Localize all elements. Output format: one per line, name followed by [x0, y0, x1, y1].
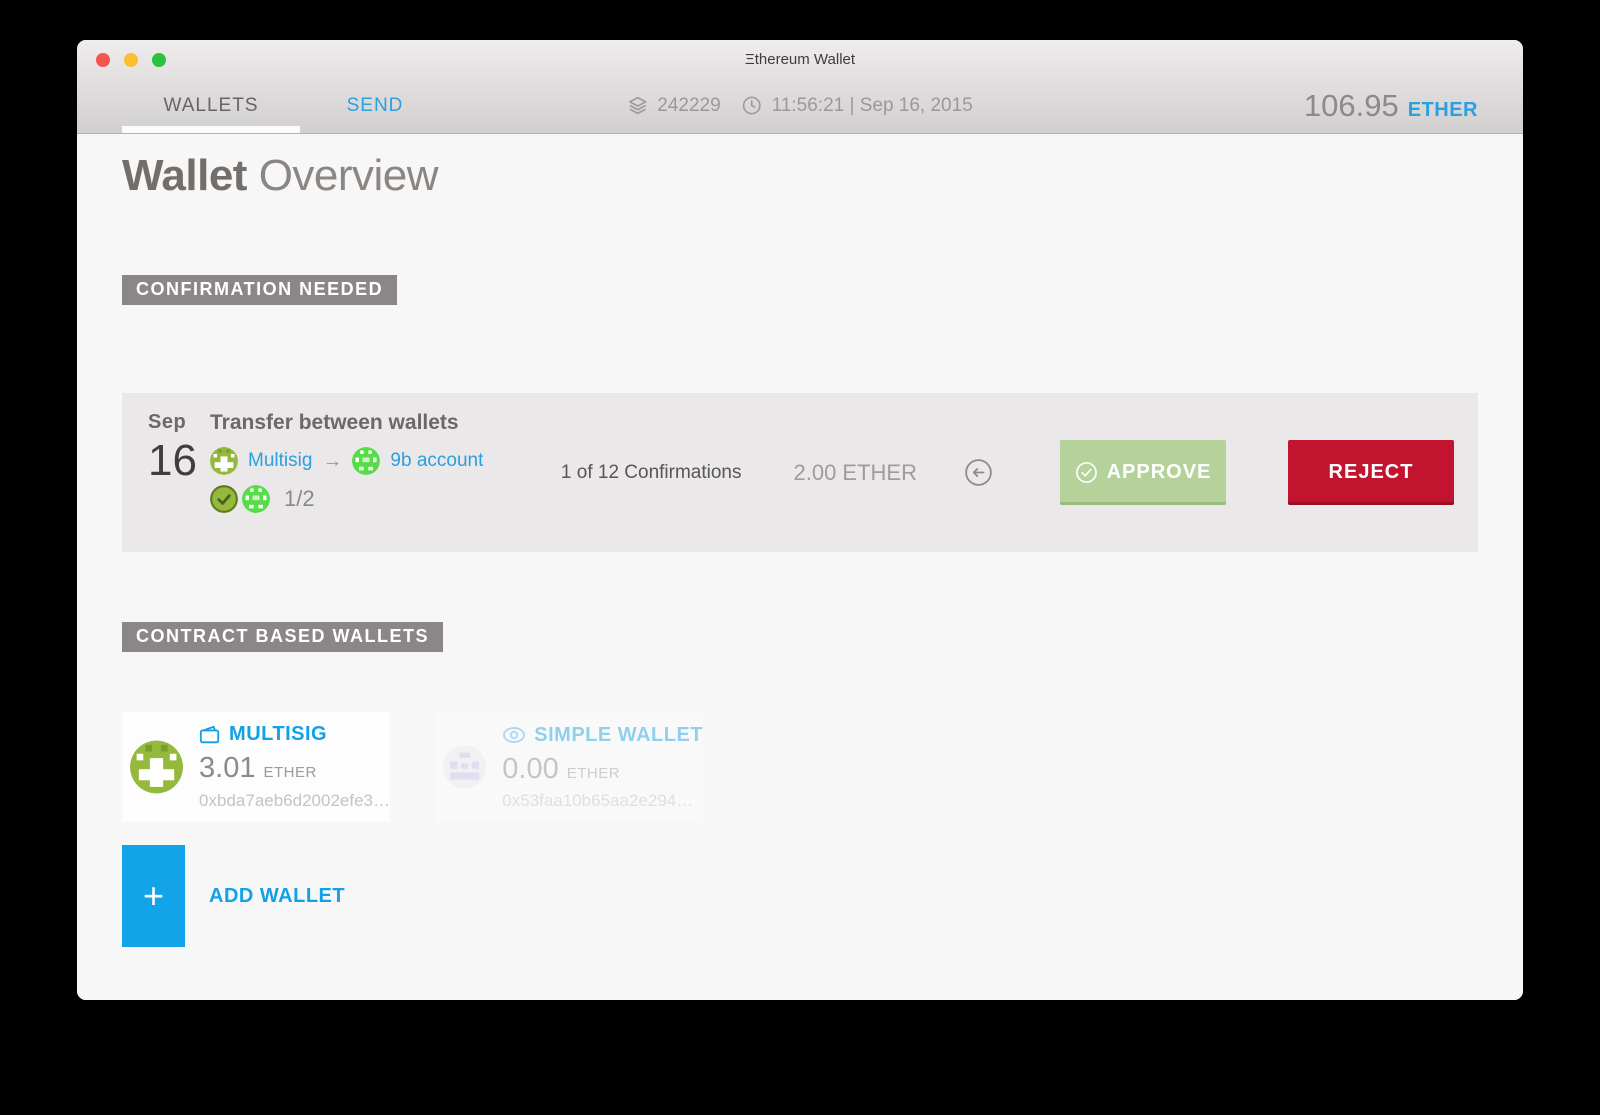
wallet-name: SIMPLE WALLET — [534, 724, 703, 747]
traffic-lights — [96, 53, 166, 67]
wallet-name: MULTISIG — [229, 723, 327, 746]
wallet-balance-unit: ETHER — [567, 765, 620, 782]
add-wallet-button[interactable]: + — [122, 845, 185, 947]
blocks-icon — [627, 95, 648, 116]
incoming-arrow-icon[interactable] — [965, 459, 992, 486]
wallet-card-multisig[interactable]: MULTISIG 3.01 ETHER 0xbda7aeb6d2002efe3… — [122, 712, 390, 822]
wallet-name-row: SIMPLE WALLET — [502, 723, 703, 747]
add-wallet-label[interactable]: ADD WALLET — [209, 885, 345, 908]
wallet-balance-amount: 0.00 — [502, 753, 558, 786]
active-tab-indicator — [122, 126, 300, 133]
wallet-card-simple[interactable]: SIMPLE WALLET 0.00 ETHER 0x53faa10b65aa2… — [435, 712, 703, 822]
contract-wallets-badge: CONTRACT BASED WALLETS — [122, 622, 443, 652]
wallet-balance: 3.01 ETHER — [199, 752, 390, 785]
app-window: Ξthereum Wallet WALLETS SEND 242229 11:5… — [77, 40, 1523, 1000]
wallet-address: 0xbda7aeb6d2002efe3… — [199, 791, 390, 811]
balance-amount: 106.95 — [1304, 88, 1399, 124]
wallet-balance: 0.00 ETHER — [502, 753, 703, 786]
wallet-cards: MULTISIG 3.01 ETHER 0xbda7aeb6d2002efe3…… — [122, 712, 1478, 822]
transfer-arrow: → — [322, 450, 342, 473]
page-title-light: Overview — [259, 151, 438, 200]
to-account-link[interactable]: 9b account — [390, 450, 483, 472]
minimize-window-button[interactable] — [124, 53, 138, 67]
approve-check-icon — [1075, 461, 1098, 484]
window-title: Ξthereum Wallet — [745, 51, 855, 68]
confirmation-needed-badge: CONFIRMATION NEEDED — [122, 275, 397, 305]
wallet-address: 0x53faa10b65aa2e294… — [502, 791, 703, 811]
close-window-button[interactable] — [96, 53, 110, 67]
total-balance: 106.95 ETHER — [1304, 88, 1478, 124]
reject-label: REJECT — [1329, 461, 1414, 484]
wallet-balance-unit: ETHER — [264, 764, 317, 781]
transaction-details: Transfer between wallets Multisig → 9b a… — [210, 393, 561, 513]
clock-icon — [742, 95, 763, 116]
transaction-month: Sep — [148, 411, 210, 434]
zoom-window-button[interactable] — [152, 53, 166, 67]
transaction-day: 16 — [148, 436, 210, 486]
eye-icon — [502, 723, 526, 747]
transaction-date: Sep 16 — [122, 393, 210, 486]
signature-status: 1/2 — [210, 485, 561, 513]
add-wallet-row: + ADD WALLET — [122, 845, 1478, 947]
confirmation-count: 1 of 12 Confirmations — [561, 462, 742, 484]
signature-count: 1/2 — [284, 486, 315, 512]
transaction-accounts: Multisig → 9b account — [210, 447, 561, 475]
transaction-amount: 2.00 ETHER — [794, 460, 918, 486]
window-chrome: Ξthereum Wallet WALLETS SEND 242229 11:5… — [77, 40, 1523, 134]
reject-button[interactable]: REJECT — [1288, 440, 1454, 505]
approve-label: APPROVE — [1107, 461, 1212, 484]
block-datetime: 11:56:21 | Sep 16, 2015 — [772, 95, 973, 117]
multisig-identicon — [210, 447, 238, 475]
block-number: 242229 — [657, 95, 720, 117]
wallet-info: MULTISIG 3.01 ETHER 0xbda7aeb6d2002efe3… — [199, 721, 390, 813]
simple-wallet-identicon — [443, 735, 486, 799]
pending-transaction-card: Sep 16 Transfer between wallets Multisig… — [122, 393, 1478, 552]
multisig-identicon — [130, 735, 183, 799]
wallet-icon — [199, 724, 221, 746]
tab-send[interactable]: SEND — [330, 95, 420, 117]
wallet-balance-amount: 3.01 — [199, 752, 255, 785]
navbar: WALLETS SEND 242229 11:56:21 | Sep 16, 2… — [77, 78, 1523, 133]
page-title: Wallet Overview — [122, 151, 1478, 201]
wallet-name-row: MULTISIG — [199, 723, 390, 746]
tab-wallets[interactable]: WALLETS — [122, 95, 300, 117]
transaction-title: Transfer between wallets — [210, 411, 561, 435]
pending-signer-identicon — [242, 485, 270, 513]
wallet-info: SIMPLE WALLET 0.00 ETHER 0x53faa10b65aa2… — [502, 721, 703, 813]
page-title-bold: Wallet — [122, 151, 247, 200]
balance-unit: ETHER — [1408, 99, 1478, 122]
main-content: Wallet Overview CONFIRMATION NEEDED Sep … — [77, 135, 1523, 1000]
chain-status: 242229 11:56:21 | Sep 16, 2015 — [627, 95, 973, 117]
approve-button[interactable]: APPROVE — [1060, 440, 1226, 505]
plus-icon: + — [143, 875, 164, 917]
to-account-identicon — [352, 447, 380, 475]
signed-check-icon — [210, 485, 238, 513]
from-account-link[interactable]: Multisig — [248, 450, 312, 472]
titlebar: Ξthereum Wallet — [77, 40, 1523, 78]
